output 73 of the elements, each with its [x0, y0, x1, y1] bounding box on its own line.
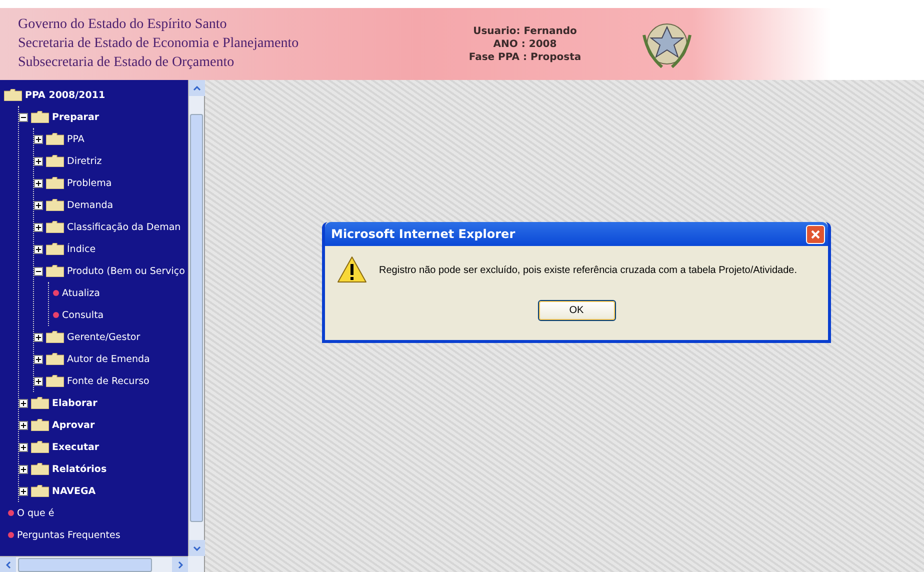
folder-icon — [46, 177, 64, 189]
warning-icon — [337, 256, 367, 284]
close-icon — [810, 228, 821, 240]
vertical-scrollbar[interactable] — [188, 80, 204, 556]
tree-item[interactable]: Atualiza — [62, 288, 100, 298]
folder-icon — [31, 397, 49, 409]
horizontal-scrollbar[interactable] — [0, 556, 188, 572]
bullet-icon — [8, 532, 14, 538]
bullet-icon — [8, 510, 14, 516]
tree-item[interactable]: PPA 2008/2011 — [25, 90, 106, 100]
expand-icon[interactable] — [34, 244, 43, 254]
tree-item[interactable]: Problema — [67, 178, 112, 188]
expand-icon[interactable] — [34, 376, 43, 386]
ok-button[interactable]: OK — [538, 300, 616, 321]
error-message: Registro não pode ser excluído, pois existe referência cruzada com a tabela Projeto/Atividade. — [379, 264, 798, 276]
folder-icon — [31, 441, 49, 453]
tree-item[interactable]: Classificação da Deman — [67, 222, 181, 232]
folder-icon — [46, 265, 64, 277]
tree-item[interactable]: PPA — [67, 134, 84, 144]
tree-item[interactable]: Executar — [52, 442, 100, 452]
folder-icon — [46, 243, 64, 255]
expand-icon[interactable] — [34, 200, 43, 210]
bullet-icon — [53, 312, 59, 318]
expand-icon[interactable] — [19, 398, 28, 408]
expand-icon[interactable] — [19, 486, 28, 496]
tree-item[interactable]: O que é — [17, 508, 54, 518]
expand-icon[interactable] — [19, 442, 28, 452]
folder-icon — [46, 133, 64, 145]
organization-name: Subsecretaria de Estado de Orçamento — [18, 55, 236, 71]
folder-icon — [31, 485, 49, 497]
tree-item[interactable]: Produto (Bem ou Serviço — [67, 266, 185, 276]
folder-icon — [46, 199, 64, 211]
close-button[interactable] — [806, 224, 825, 244]
folder-icon — [31, 419, 49, 431]
folder-icon — [46, 375, 64, 387]
tree-item[interactable]: Relatórios — [52, 464, 107, 474]
folder-icon — [31, 463, 49, 475]
tree-item[interactable]: Autor de Emenda — [67, 354, 150, 364]
session-info: Fase PPA : Proposta — [468, 52, 582, 62]
expand-icon[interactable] — [34, 222, 43, 232]
collapse-icon[interactable] — [19, 112, 28, 122]
folder-icon — [46, 155, 64, 167]
expand-icon[interactable] — [19, 420, 28, 430]
tree-item[interactable]: Gerente/Gestor — [67, 332, 140, 342]
tree-item[interactable]: Demanda — [67, 200, 114, 210]
tree-item[interactable]: NAVEGA — [52, 486, 96, 496]
organization-name: Secretaria de Estado de Economia e Planejamento — [18, 36, 300, 52]
folder-icon — [4, 89, 22, 101]
tree-item[interactable]: Consulta — [62, 310, 104, 320]
tree-item[interactable]: Perguntas Frequentes — [17, 530, 120, 540]
tree-item[interactable]: Diretriz — [67, 156, 102, 166]
expand-icon[interactable] — [34, 134, 43, 144]
dialog-title: Microsoft Internet Explorer — [331, 227, 516, 241]
expand-icon[interactable] — [34, 156, 43, 166]
expand-icon[interactable] — [34, 178, 43, 188]
expand-icon[interactable] — [34, 332, 43, 342]
tree-item[interactable]: Fonte de Recurso — [67, 376, 150, 386]
session-info: Usuario: Fernando — [473, 26, 577, 36]
organization-name: Governo do Estado do Espírito Santo — [18, 17, 228, 33]
tree-item[interactable]: Elaborar — [52, 398, 98, 408]
tree-item[interactable]: Índice — [67, 244, 96, 254]
tree-item[interactable]: Aprovar — [52, 420, 95, 430]
expand-icon[interactable] — [19, 464, 28, 474]
bullet-icon — [53, 290, 59, 296]
folder-icon — [46, 331, 64, 343]
folder-icon — [31, 111, 49, 123]
session-info: ANO : 2008 — [493, 38, 557, 50]
scrollbar-corner — [188, 556, 204, 572]
folder-icon — [46, 221, 64, 233]
tree-item[interactable]: Preparar — [52, 112, 100, 122]
collapse-icon[interactable] — [34, 266, 43, 276]
folder-icon — [46, 353, 64, 365]
expand-icon[interactable] — [34, 354, 43, 364]
